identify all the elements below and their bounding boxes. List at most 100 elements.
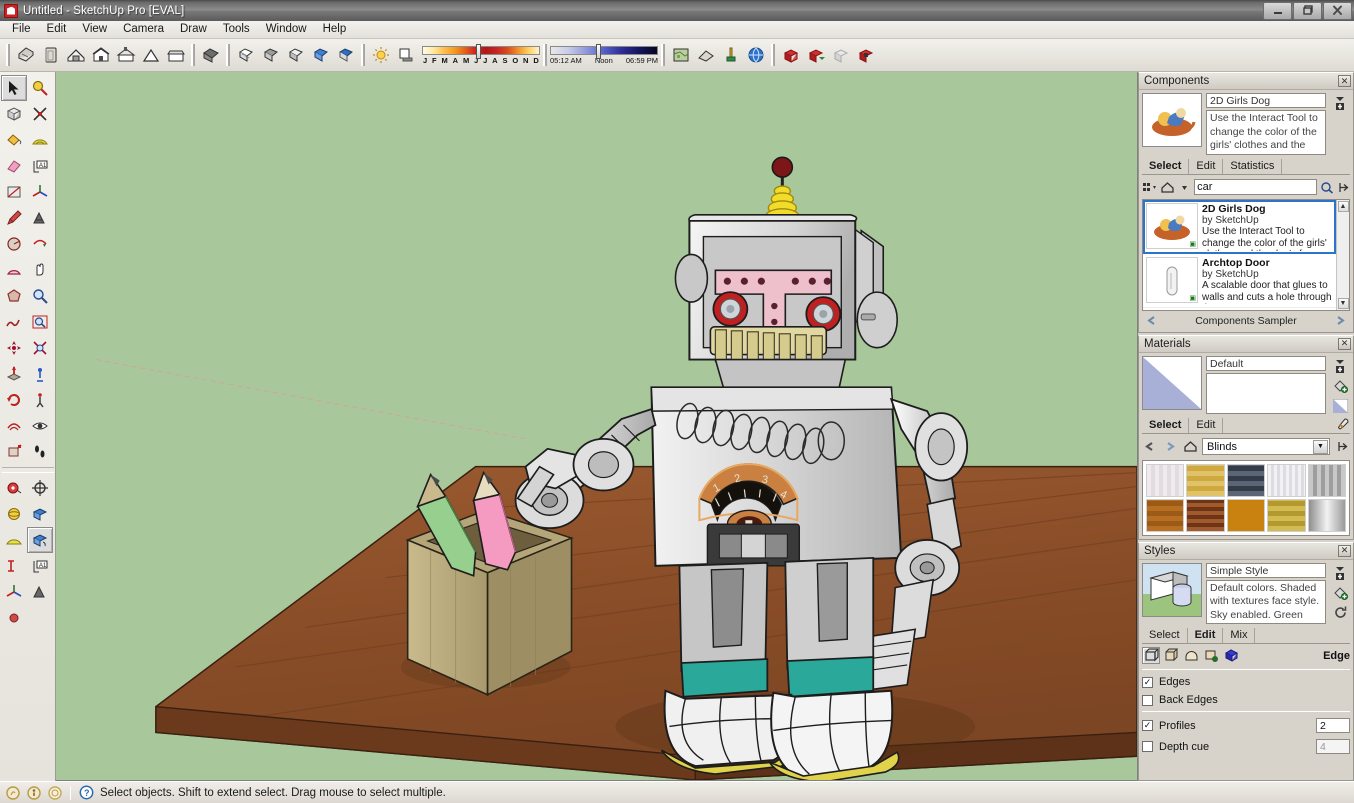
section-b-icon[interactable]	[1, 605, 27, 631]
paint-bucket-icon[interactable]	[1332, 378, 1348, 394]
menu-view[interactable]: View	[74, 21, 115, 38]
materials-close-button[interactable]: ✕	[1338, 338, 1351, 350]
menu-file[interactable]: File	[4, 21, 39, 38]
toolbar-grip-2[interactable]	[191, 44, 195, 66]
hidden-line-icon[interactable]	[283, 43, 308, 68]
tab-select[interactable]: Select	[1142, 159, 1189, 174]
close-button[interactable]	[1323, 2, 1352, 20]
list-item[interactable]: ▣ 2D Girls Dog by SketchUp Use the Inter…	[1143, 200, 1336, 254]
scale-icon[interactable]	[1, 439, 27, 465]
material-name-field[interactable]: Default	[1206, 356, 1326, 371]
material-swatch[interactable]	[1308, 464, 1346, 497]
shadow-month-slider[interactable]: J F M A M J J A S O N D	[422, 41, 540, 69]
footprints-icon[interactable]	[27, 439, 53, 465]
tab-select[interactable]: Select	[1142, 418, 1189, 433]
camera-position-icon[interactable]	[27, 361, 53, 387]
arc-icon[interactable]	[1, 257, 27, 283]
display-shadows-icon[interactable]	[393, 43, 418, 68]
material-swatch[interactable]	[1267, 464, 1305, 497]
target-crosshair-icon[interactable]	[27, 475, 53, 501]
polygon-icon[interactable]	[1, 283, 27, 309]
home-icon[interactable]	[1160, 179, 1175, 195]
right-house-icon[interactable]	[163, 43, 188, 68]
restore-button[interactable]	[1293, 2, 1322, 20]
dimension-a1-icon[interactable]: A1	[27, 153, 53, 179]
setting-edges[interactable]: ✓ Edges	[1142, 676, 1350, 688]
depth-cue-checkbox[interactable]	[1142, 741, 1153, 752]
3d-text-icon[interactable]	[27, 205, 53, 231]
collection-forward-icon[interactable]	[1332, 313, 1348, 329]
tab-select[interactable]: Select	[1142, 628, 1188, 643]
map-icon[interactable]	[668, 43, 693, 68]
time-slider-thumb[interactable]	[596, 44, 601, 59]
xray-icon[interactable]	[233, 43, 258, 68]
ring-icon[interactable]	[47, 785, 62, 800]
toolbar-grip-5[interactable]	[543, 44, 547, 66]
top-house-icon[interactable]	[113, 43, 138, 68]
material-swatch[interactable]	[1227, 464, 1265, 497]
menu-camera[interactable]: Camera	[115, 21, 172, 38]
styles-close-button[interactable]: ✕	[1338, 545, 1351, 557]
menu-window[interactable]: Window	[258, 21, 315, 38]
material-swatch[interactable]	[1308, 499, 1346, 532]
style-name-field[interactable]: Simple Style	[1206, 563, 1326, 578]
search-input[interactable]	[1197, 181, 1314, 193]
edges-checkbox[interactable]: ✓	[1142, 677, 1153, 688]
menu-tools[interactable]: Tools	[215, 21, 258, 38]
profiles-checkbox[interactable]: ✓	[1142, 720, 1153, 731]
materials-panel-header[interactable]: Materials ✕	[1139, 336, 1353, 353]
rotate-arrows-icon[interactable]	[1, 387, 27, 413]
material-swatch[interactable]	[1186, 499, 1224, 532]
search-magnifier-icon[interactable]	[1320, 179, 1334, 195]
watermark-settings-icon[interactable]	[1202, 647, 1220, 664]
toolbar-grip-6[interactable]	[661, 44, 665, 66]
month-gradient-bar[interactable]	[422, 46, 540, 55]
depth-cue-value[interactable]: 4	[1316, 739, 1350, 754]
material-swatch[interactable]	[1227, 499, 1265, 532]
paint-bucket-icon[interactable]	[1, 127, 27, 153]
eye-icon[interactable]	[27, 413, 53, 439]
shaded-texture-icon[interactable]	[308, 43, 333, 68]
interact-tool[interactable]	[27, 527, 53, 553]
circle-icon[interactable]	[1, 231, 27, 257]
toolbar-grip[interactable]	[6, 44, 10, 66]
list-view-icon[interactable]	[1142, 179, 1157, 195]
detail-flyout-icon[interactable]	[1332, 565, 1348, 581]
photo-texture-globe-icon[interactable]	[743, 43, 768, 68]
section-plane-icon[interactable]	[27, 101, 53, 127]
background-settings-icon[interactable]	[1182, 647, 1200, 664]
tab-edit[interactable]: Edit	[1188, 628, 1224, 643]
components-scrollbar[interactable]: ▲ ▼	[1336, 200, 1349, 310]
terrain-icon[interactable]	[693, 43, 718, 68]
magnifier-window-icon[interactable]	[27, 75, 53, 101]
pencil-line-icon[interactable]	[1, 205, 27, 231]
list-item[interactable]: ▣ Archtop Door by SketchUp A scalable do…	[1143, 254, 1336, 308]
orbit-icon[interactable]	[1, 501, 27, 527]
shadow-settings-icon[interactable]	[368, 43, 393, 68]
material-back-icon[interactable]	[1142, 439, 1158, 455]
save-disk-icon[interactable]	[63, 43, 88, 68]
components-close-button[interactable]: ✕	[1338, 75, 1351, 87]
tape-measure-icon[interactable]	[1, 475, 27, 501]
dimension-b-icon[interactable]: A1	[27, 553, 53, 579]
component-name-field[interactable]: 2D Girls Dog	[1206, 93, 1326, 108]
material-swatch[interactable]	[1186, 464, 1224, 497]
list-item[interactable]: ▣ Bed by SketchUp Configurable Platform …	[1143, 308, 1336, 310]
components-panel-header[interactable]: Components ✕	[1139, 73, 1353, 90]
modeling-settings-icon[interactable]	[1222, 647, 1240, 664]
tab-statistics[interactable]: Statistics	[1223, 159, 1282, 174]
minimize-button[interactable]	[1263, 2, 1292, 20]
chevron-down-icon[interactable]	[1178, 179, 1191, 195]
back-edges-checkbox[interactable]	[1142, 695, 1153, 706]
eyedropper-icon[interactable]	[1334, 417, 1350, 433]
place-model-icon[interactable]	[718, 43, 743, 68]
toolbar-grip-3[interactable]	[226, 44, 230, 66]
wireframe-icon[interactable]	[258, 43, 283, 68]
open-folder-icon[interactable]	[38, 43, 63, 68]
menu-edit[interactable]: Edit	[39, 21, 75, 38]
monochrome-icon[interactable]	[333, 43, 358, 68]
new-document-icon[interactable]	[13, 43, 38, 68]
shadow-time-slider[interactable]: 05:12 AM Noon 06:59 PM	[550, 41, 658, 69]
setting-depth-cue[interactable]: Depth cue 4	[1142, 739, 1350, 754]
sandbox-icon[interactable]	[27, 501, 53, 527]
